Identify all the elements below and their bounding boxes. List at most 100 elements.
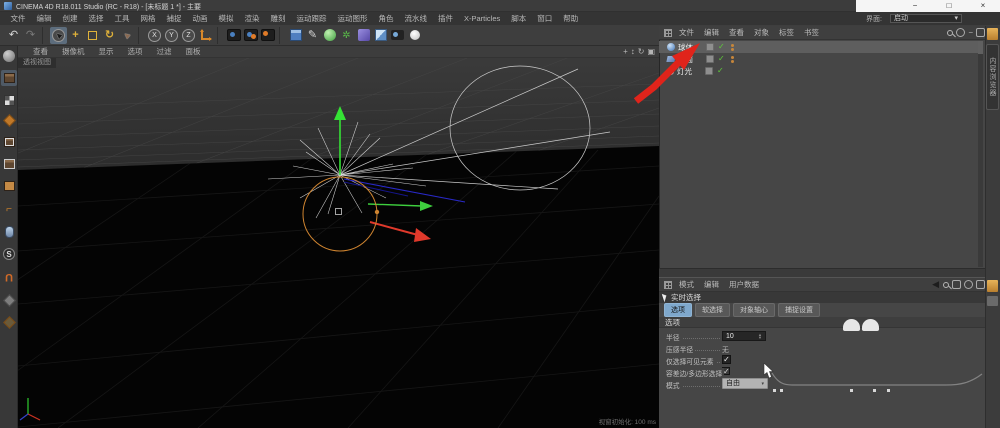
history-back-icon[interactable]: ◀ (932, 279, 939, 290)
am-menu-mode[interactable]: 模式 (674, 279, 699, 290)
object-row-sphere[interactable]: 球体 ✓ (659, 41, 978, 53)
scale-tool-button[interactable] (84, 27, 101, 44)
tab-object-axis[interactable]: 对象轴心 (733, 303, 775, 317)
dock-tab-icon[interactable] (987, 296, 998, 306)
menu-script[interactable]: 脚本 (506, 13, 532, 24)
target-icon[interactable] (964, 280, 973, 289)
pressure-radius-value[interactable]: 无 (722, 344, 729, 354)
viewport-solo-button[interactable] (1, 224, 17, 240)
menu-simulate[interactable]: 模拟 (213, 13, 239, 24)
enabled-check-icon[interactable]: ✓ (717, 67, 724, 75)
live-selection-tool-button[interactable]: ▲ (50, 27, 67, 44)
falloff-preset-dome-icon[interactable] (843, 319, 860, 331)
orbit-icon[interactable]: ↻ (638, 48, 645, 56)
falloff-preset-dome-icon[interactable] (862, 319, 879, 331)
object-name[interactable]: 灯光 (677, 66, 699, 77)
close-button[interactable]: × (966, 0, 1000, 12)
texture-mode-button[interactable] (1, 92, 17, 108)
lock-y-axis-button[interactable]: Y (163, 27, 180, 44)
minimize-panel-icon[interactable]: − (968, 28, 973, 37)
magnet-snap-button[interactable]: U (1, 268, 17, 284)
workplane-mode-button[interactable] (1, 112, 17, 128)
viewport-menu-panel[interactable]: 面板 (179, 46, 208, 57)
visibility-dots[interactable] (731, 56, 734, 63)
options-section-header[interactable]: 选项 (659, 317, 985, 328)
phong-tag-icon[interactable] (706, 43, 714, 51)
viewport-menu-filter[interactable]: 过滤 (150, 46, 179, 57)
menu-window[interactable]: 窗口 (532, 13, 558, 24)
object-row-plane[interactable]: 平面 ✓ (659, 53, 978, 65)
new-panel-icon[interactable] (976, 280, 985, 289)
om-scrollbar[interactable] (978, 41, 983, 267)
lock-icon[interactable] (952, 280, 961, 289)
axis-mode-button[interactable]: ⌐ (1, 202, 17, 218)
viewport-canvas[interactable] (18, 46, 659, 428)
enabled-check-icon[interactable]: ✓ (718, 55, 725, 63)
menu-mograph[interactable]: 运动图形 (332, 13, 373, 24)
menu-render[interactable]: 渲染 (239, 13, 265, 24)
tab-options[interactable]: 选项 (664, 303, 692, 317)
floor-plane[interactable] (18, 146, 659, 428)
minimize-button[interactable]: − (898, 0, 932, 12)
deformer-button[interactable] (355, 27, 372, 44)
layout-icon[interactable] (976, 28, 985, 37)
pan-icon[interactable]: + (623, 48, 628, 56)
menu-pipeline[interactable]: 流水线 (399, 13, 433, 24)
tab-snap-settings[interactable]: 捕捉设置 (778, 303, 820, 317)
phong-tag-icon[interactable] (705, 67, 713, 75)
menu-help[interactable]: 帮助 (558, 13, 584, 24)
light-button[interactable] (406, 27, 423, 44)
content-browser-icon[interactable] (987, 28, 998, 40)
edges-mode-button[interactable] (1, 156, 17, 172)
radius-input[interactable]: 10 ▲▼ (722, 331, 766, 341)
viewport-view-label[interactable]: 透视视图 (18, 58, 56, 68)
polygons-mode-button[interactable] (1, 178, 17, 194)
dolly-icon[interactable]: ↕ (631, 48, 635, 56)
coordinate-system-button[interactable] (197, 27, 214, 44)
spline-pen-button[interactable]: ✎ (304, 27, 321, 44)
snap-toggle-button[interactable]: S (1, 246, 17, 262)
filter-icon[interactable] (956, 28, 965, 37)
om-menu-tags[interactable]: 标签 (774, 27, 799, 38)
render-view-button[interactable] (225, 27, 242, 44)
menu-xparticles[interactable]: X-Particles (459, 14, 506, 23)
om-scrollbar-thumb[interactable] (978, 41, 983, 54)
viewport-menu-options[interactable]: 选项 (121, 46, 150, 57)
panel-grid-icon[interactable] (664, 29, 672, 37)
rotate-tool-button[interactable]: ↻ (101, 27, 118, 44)
stepper-icon[interactable]: ▲▼ (758, 333, 762, 339)
falloff-curve-editor[interactable] (770, 369, 986, 395)
maximize-button[interactable]: □ (932, 0, 966, 12)
search-icon[interactable] (943, 282, 949, 288)
menu-sculpt[interactable]: 雕刻 (265, 13, 291, 24)
menu-select[interactable]: 选择 (83, 13, 109, 24)
menu-plugins[interactable]: 插件 (433, 13, 459, 24)
last-tool-button[interactable]: ▲ (118, 27, 135, 44)
om-menu-file[interactable]: 文件 (674, 27, 699, 38)
menu-snap[interactable]: 捕捉 (161, 13, 187, 24)
make-editable-button[interactable] (1, 48, 17, 64)
viewport-menu-view[interactable]: 查看 (26, 46, 55, 57)
environment-button[interactable] (372, 27, 389, 44)
array-generator-button[interactable]: ✲ (338, 27, 355, 44)
om-menu-view[interactable]: 查看 (724, 27, 749, 38)
lock-z-axis-button[interactable]: Z (180, 27, 197, 44)
om-menu-edit[interactable]: 编辑 (699, 27, 724, 38)
render-picture-viewer-button[interactable] (242, 27, 259, 44)
object-name[interactable]: 平面 (678, 54, 700, 65)
lock-x-axis-button[interactable]: X (146, 27, 163, 44)
visible-only-checkbox[interactable]: ✓ (722, 355, 731, 364)
subdivision-surface-button[interactable] (321, 27, 338, 44)
mode-dropdown[interactable]: 自由 ▾ (722, 378, 768, 389)
viewport-menu-cameras[interactable]: 摄像机 (55, 46, 92, 57)
visibility-dots[interactable] (731, 44, 734, 51)
tab-soft-selection[interactable]: 软选择 (695, 303, 730, 317)
om-menu-objects[interactable]: 对象 (749, 27, 774, 38)
om-menu-bookmarks[interactable]: 书签 (799, 27, 824, 38)
viewport-menu-display[interactable]: 显示 (92, 46, 121, 57)
render-settings-button[interactable] (259, 27, 276, 44)
menu-motion-tracker[interactable]: 运动跟踪 (291, 13, 332, 24)
am-menu-userdata[interactable]: 用户数据 (724, 279, 764, 290)
interface-dropdown[interactable]: 启动 ▾ (890, 14, 962, 23)
object-name[interactable]: 球体 (678, 42, 700, 53)
